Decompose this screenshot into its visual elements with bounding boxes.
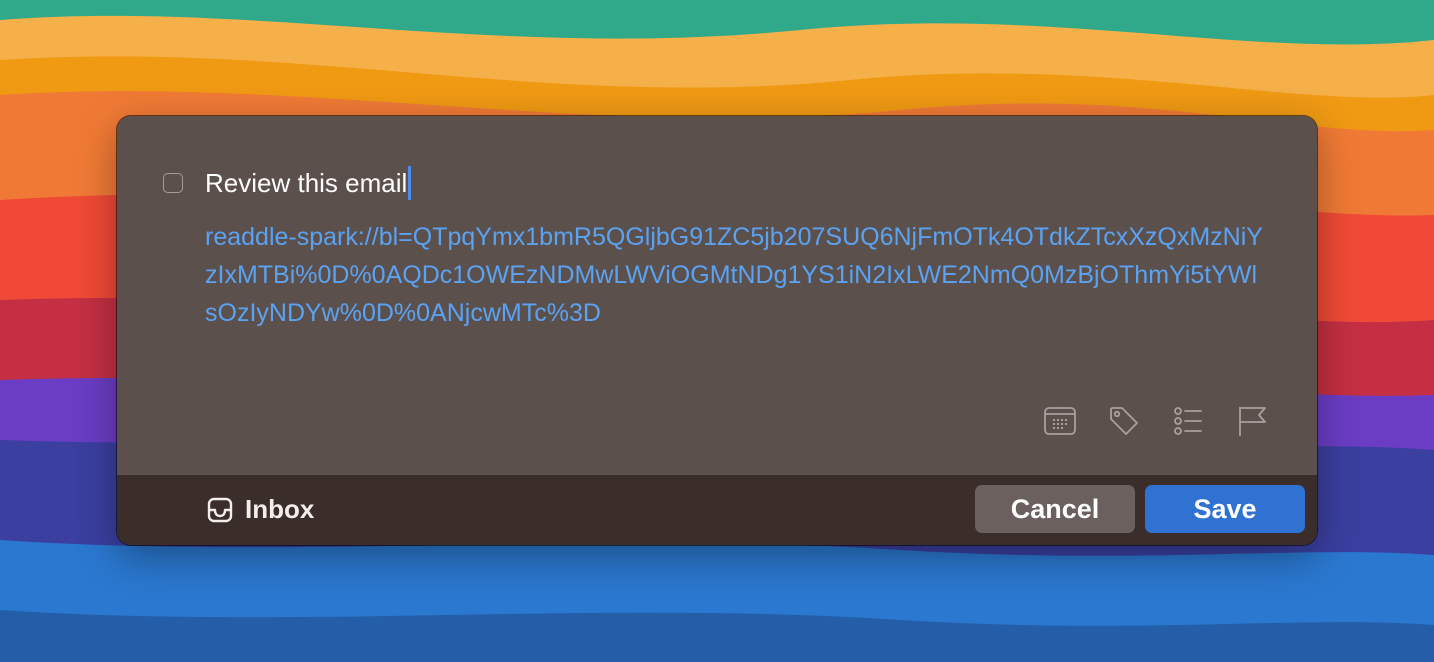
- task-title-row: Review this email: [163, 166, 412, 200]
- save-button[interactable]: Save: [1145, 485, 1305, 533]
- tag-icon[interactable]: [1107, 404, 1141, 438]
- notes-email-link[interactable]: readdle-spark://bl=QTpqYmx1bmR5QGljbG91Z…: [205, 218, 1265, 332]
- quick-entry-window: Review this email readdle-spark://bl=QTp…: [117, 116, 1317, 545]
- quick-entry-footer: Inbox Cancel Save: [117, 475, 1317, 545]
- list-picker[interactable]: Inbox: [207, 494, 314, 525]
- calendar-icon[interactable]: [1043, 404, 1077, 438]
- inbox-tray-icon: [207, 497, 233, 522]
- flag-icon[interactable]: [1235, 404, 1269, 438]
- checklist-icon[interactable]: [1171, 404, 1205, 438]
- task-checkbox[interactable]: [163, 173, 183, 193]
- task-toolbar: [1043, 404, 1269, 438]
- task-title-text: Review this email: [205, 168, 408, 198]
- task-title-field[interactable]: Review this email: [205, 166, 412, 200]
- text-caret: [408, 166, 412, 200]
- list-label: Inbox: [245, 494, 315, 524]
- cancel-button[interactable]: Cancel: [975, 485, 1135, 533]
